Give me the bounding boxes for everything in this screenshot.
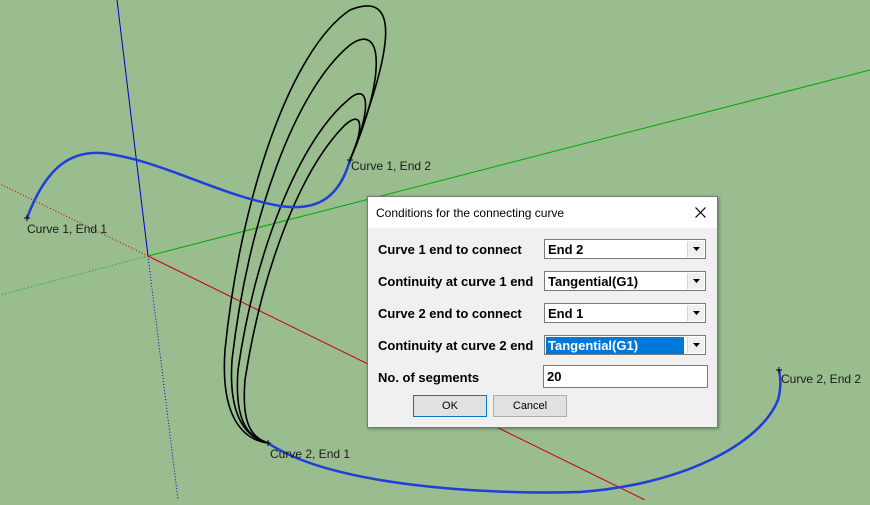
curve1-continuity-value: Tangential(G1)	[548, 274, 639, 289]
close-button[interactable]	[683, 197, 717, 228]
dropdown-button[interactable]	[687, 337, 704, 353]
curve1-continuity-select[interactable]: Tangential(G1)	[544, 271, 706, 291]
curve2-continuity-select[interactable]: Tangential(G1)	[544, 335, 706, 355]
connecting-curve-dialog: Conditions for the connecting curve Curv…	[367, 196, 718, 428]
dropdown-button[interactable]	[687, 305, 704, 321]
segments-label: No. of segments	[378, 370, 480, 385]
dropdown-button[interactable]	[687, 273, 704, 289]
curve1-end1-label: Curve 1, End 1	[27, 222, 108, 236]
chevron-down-icon	[692, 247, 700, 251]
close-icon	[694, 207, 706, 218]
curve2-continuity-label: Continuity at curve 2 end	[378, 338, 534, 353]
curve2-end-select[interactable]: End 1	[544, 303, 706, 323]
dialog-titlebar[interactable]: Conditions for the connecting curve	[368, 197, 717, 228]
curve1-end-select[interactable]: End 2	[544, 239, 706, 259]
dropdown-button[interactable]	[687, 241, 704, 257]
connecting-curves[interactable]	[223, 5, 387, 444]
ok-button[interactable]: OK	[413, 395, 487, 417]
curve2-end2-label: Curve 2, End 2	[781, 372, 862, 386]
curve2-end1-label: Curve 2, End 1	[270, 447, 351, 461]
curve2-end-label: Curve 2 end to connect	[378, 306, 522, 321]
curve1-continuity-label: Continuity at curve 1 end	[378, 274, 534, 289]
chevron-down-icon	[692, 279, 700, 283]
blue-axis	[116, 0, 149, 257]
curve2-continuity-value: Tangential(G1)	[546, 337, 684, 354]
curve1-end-label: Curve 1 end to connect	[378, 242, 522, 257]
segments-value: 20	[547, 369, 562, 384]
cancel-button[interactable]: Cancel	[493, 395, 567, 417]
curve1-end-value: End 2	[548, 242, 584, 257]
chevron-down-icon	[692, 311, 700, 315]
green-axis-hidden	[0, 255, 149, 296]
blue-axis-hidden	[147, 255, 179, 501]
chevron-down-icon	[692, 343, 700, 347]
segments-input[interactable]: 20	[543, 365, 708, 388]
dialog-title: Conditions for the connecting curve	[376, 206, 565, 220]
curve2-end-value: End 1	[548, 306, 584, 321]
red-axis-hidden	[0, 183, 149, 257]
curve1-end2-label: Curve 1, End 2	[351, 159, 432, 173]
